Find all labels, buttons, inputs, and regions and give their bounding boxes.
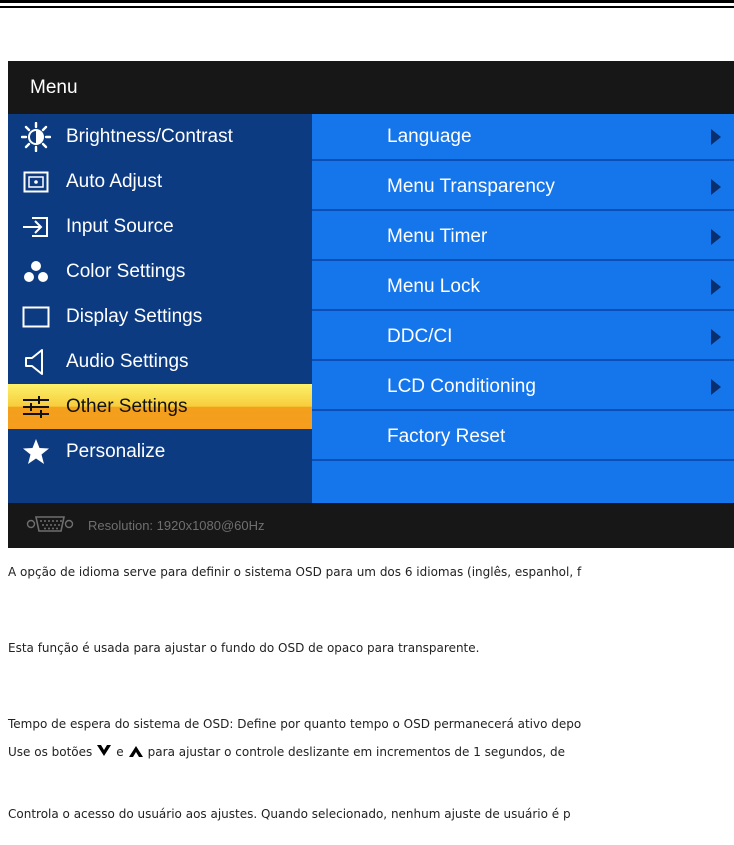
- down-arrow-icon: [96, 744, 112, 761]
- submenu-item-label: Factory Reset: [387, 425, 506, 447]
- timer-buttons-description: Use os botões e para ajustar o controle de…: [8, 744, 565, 761]
- menu-item-label: Auto Adjust: [66, 170, 163, 192]
- sliders-icon: [20, 392, 52, 422]
- transparency-description: Esta função é usada para ajustar o fundo…: [8, 641, 480, 655]
- submenu-item-label: Language: [387, 125, 472, 147]
- menu-item-label: Other Settings: [66, 395, 188, 417]
- chevron-right-icon: [711, 179, 721, 195]
- menu-item-label: Input Source: [66, 215, 174, 237]
- submenu-item-lcd-conditioning[interactable]: LCD Conditioning: [312, 364, 734, 411]
- submenu-item-label: Menu Transparency: [387, 175, 555, 197]
- color-settings-icon: [20, 257, 52, 287]
- top-rule: [0, 0, 734, 3]
- submenu-item-menu-lock[interactable]: Menu Lock: [312, 264, 734, 311]
- up-arrow-icon: [128, 744, 144, 761]
- menu-item-personalize[interactable]: Personalize: [8, 429, 312, 474]
- main-menu: Brightness/Contrast Auto Adjust Input So…: [8, 114, 312, 503]
- brightness-icon: [20, 121, 52, 152]
- submenu-item-menu-timer[interactable]: Menu Timer: [312, 214, 734, 261]
- resolution-text: Resolution: 1920x1080@60Hz: [88, 518, 265, 533]
- display-settings-icon: [20, 302, 52, 332]
- submenu-item-label: Menu Lock: [387, 275, 480, 297]
- description-text: Use os botões: [8, 745, 93, 759]
- chevron-right-icon: [711, 229, 721, 245]
- vga-connector-icon: [26, 515, 74, 536]
- submenu-item-label: DDC/CI: [387, 325, 453, 347]
- menu-item-display-settings[interactable]: Display Settings: [8, 294, 312, 339]
- osd-title: Menu: [30, 77, 78, 98]
- submenu-item-menu-transparency[interactable]: Menu Transparency: [312, 164, 734, 211]
- menu-item-label: Audio Settings: [66, 350, 189, 372]
- submenu-item-label: Menu Timer: [387, 225, 488, 247]
- menu-item-label: Display Settings: [66, 305, 203, 327]
- top-rule-thin: [0, 6, 734, 8]
- menu-item-label: Color Settings: [66, 260, 186, 282]
- input-source-icon: [20, 212, 52, 242]
- menu-item-input-source[interactable]: Input Source: [8, 204, 312, 249]
- star-icon: [20, 437, 52, 467]
- status-bar: Resolution: 1920x1080@60Hz: [8, 503, 734, 548]
- description-text: e: [116, 745, 124, 759]
- auto-adjust-icon: [20, 167, 52, 197]
- menu-item-color-settings[interactable]: Color Settings: [8, 249, 312, 294]
- chevron-right-icon: [711, 279, 721, 295]
- menu-item-label: Personalize: [66, 440, 166, 462]
- osd-menu: Menu Brightness/Contrast Auto Adjust Inp…: [8, 61, 734, 548]
- menu-item-audio-settings[interactable]: Audio Settings: [8, 339, 312, 384]
- submenu-item-language[interactable]: Language: [312, 114, 734, 161]
- description-text: para ajustar o controle deslizante em in…: [147, 745, 565, 759]
- timer-description: Tempo de espera do sistema de OSD: Defin…: [8, 717, 582, 731]
- lock-description: Controla o acesso do usuário aos ajustes…: [8, 807, 571, 821]
- speaker-icon: [20, 347, 52, 377]
- language-description: A opção de idioma serve para definir o s…: [8, 565, 582, 579]
- menu-item-auto-adjust[interactable]: Auto Adjust: [8, 159, 312, 204]
- submenu: Language Menu Transparency Menu Timer Me…: [312, 114, 734, 503]
- submenu-item-ddc-ci[interactable]: DDC/CI: [312, 314, 734, 361]
- menu-item-label: Brightness/Contrast: [66, 125, 233, 147]
- submenu-item-factory-reset[interactable]: Factory Reset: [312, 414, 734, 461]
- submenu-item-label: LCD Conditioning: [387, 375, 536, 397]
- chevron-right-icon: [711, 379, 721, 395]
- menu-item-brightness-contrast[interactable]: Brightness/Contrast: [8, 114, 312, 159]
- chevron-right-icon: [711, 129, 721, 145]
- menu-item-other-settings[interactable]: Other Settings: [8, 384, 312, 429]
- chevron-right-icon: [711, 329, 721, 345]
